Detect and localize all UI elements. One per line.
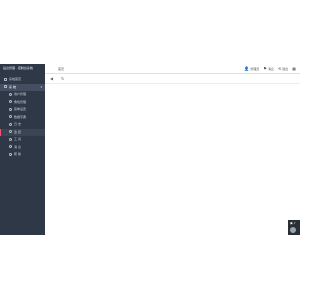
- messages-button[interactable]: ⚑ 消息: [263, 66, 274, 72]
- circle-icon: [9, 152, 12, 156]
- sidebar-item-label: 工 具: [14, 137, 21, 141]
- logout-icon: ⟲: [277, 66, 282, 71]
- folder-icon: [4, 85, 7, 88]
- sidebar-item-help[interactable]: 帮 助: [0, 151, 45, 159]
- back-icon[interactable]: ◀: [50, 76, 53, 81]
- floating-widget[interactable]: ▣ ♪: [288, 220, 300, 235]
- sidebar-item-home[interactable]: 系统首页: [0, 76, 45, 84]
- sidebar-item-menus[interactable]: 菜单设置: [0, 106, 45, 114]
- refresh-icon[interactable]: ↻: [61, 76, 64, 81]
- user-label: 管理员: [250, 67, 260, 71]
- circle-icon: [9, 107, 12, 111]
- circle-icon: [9, 115, 12, 118]
- brand-title: 后台管理 · 控制台系统: [3, 66, 33, 70]
- menu-icon: ▦: [292, 66, 296, 71]
- sidebar-item-label: 帮 助: [14, 152, 21, 156]
- app-window: 后台管理 · 控制台系统 系统首页 系 统 ▾ 用户管理 角色管理 菜单设置 数…: [0, 64, 300, 235]
- sidebar-item-users[interactable]: 用户管理: [0, 91, 45, 99]
- header-actions: 👤 管理员 ⚑ 消息 ⟲ 退出 ▦: [244, 67, 296, 72]
- sidebar: 后台管理 · 控制台系统 系统首页 系 统 ▾ 用户管理 角色管理 菜单设置 数…: [0, 64, 45, 235]
- circle-icon: [9, 145, 12, 148]
- user-button[interactable]: 👤 管理员: [244, 66, 260, 72]
- chevron-down-icon: ▾: [40, 84, 42, 89]
- sidebar-item-label: 消 息: [14, 144, 21, 149]
- page: 后台管理 · 控制台系统 系统首页 系 统 ▾ 用户管理 角色管理 菜单设置 数…: [0, 0, 300, 300]
- widget-label: ▣ ♪: [290, 221, 296, 225]
- user-icon: 👤: [244, 66, 250, 71]
- circle-icon: [9, 122, 12, 126]
- sidebar-item-dictionary[interactable]: 数据字典: [0, 114, 45, 122]
- sidebar-item-roles[interactable]: 角色管理: [0, 99, 45, 107]
- sidebar-item-messages[interactable]: 消 息: [0, 144, 45, 152]
- sidebar-item-label: 数据字典: [14, 114, 27, 119]
- sidebar-item-label: 用户管理: [14, 92, 27, 96]
- sidebar-item-system[interactable]: 系 统 ▾: [0, 83, 45, 91]
- logout-button[interactable]: ⟲ 退出: [277, 66, 289, 72]
- sidebar-item-label: 系 统: [9, 84, 16, 89]
- sidebar-item-label: 监 控: [14, 129, 21, 134]
- sidebar-item-monitor[interactable]: 监 控: [0, 128, 45, 136]
- circle-icon: [9, 100, 12, 103]
- sidebar-item-logs[interactable]: 日 志: [0, 121, 45, 129]
- home-icon: [4, 77, 7, 81]
- tab-toolbar: ◀ ↻: [45, 74, 300, 84]
- main-content: [45, 84, 300, 235]
- circle-icon: [9, 130, 12, 133]
- top-header: 首页 👤 管理员 ⚑ 消息 ⟲ 退出 ▦: [45, 64, 300, 74]
- tab-home[interactable]: 首页: [58, 67, 64, 71]
- avatar: [290, 227, 296, 233]
- messages-label: 消息: [267, 67, 274, 71]
- sidebar-item-label: 角色管理: [14, 99, 27, 104]
- sidebar-item-label: 系统首页: [9, 77, 22, 81]
- sidebar-item-label: 日 志: [14, 122, 21, 126]
- sidebar-item-tools[interactable]: 工 具: [0, 136, 45, 144]
- circle-icon: [9, 137, 12, 141]
- sidebar-item-label: 菜单设置: [14, 107, 27, 111]
- logout-label: 退出: [282, 67, 289, 71]
- flag-icon: ⚑: [263, 66, 267, 71]
- more-menu-button[interactable]: ▦: [292, 67, 296, 71]
- circle-icon: [9, 92, 12, 96]
- sidebar-nav: 系统首页 系 统 ▾ 用户管理 角色管理 菜单设置 数据字典 日 志 监 控 工…: [0, 76, 45, 159]
